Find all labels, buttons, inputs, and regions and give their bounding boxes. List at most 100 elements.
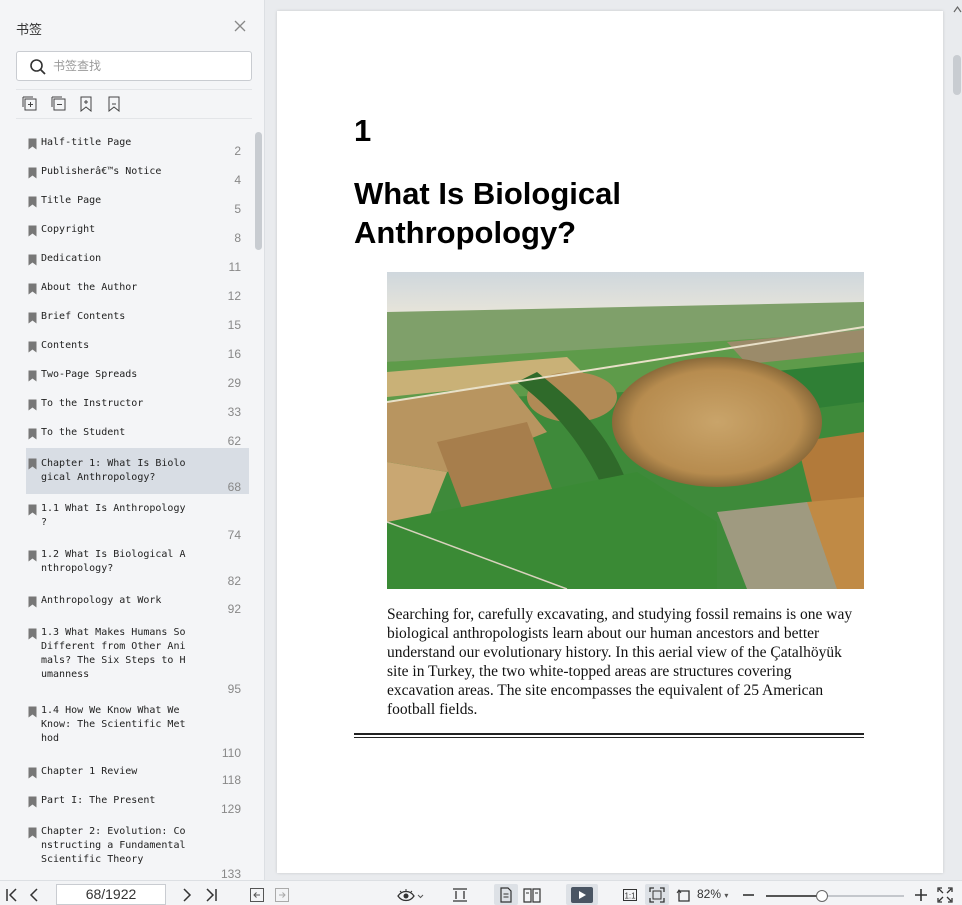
bookmark-page-number: 33 [227, 405, 241, 419]
bookmark-icon [28, 628, 37, 640]
aerial-photo [387, 272, 864, 589]
bookmark-label: About the Author [41, 282, 138, 293]
back-icon[interactable] [249, 887, 265, 903]
bookmark-label: Chapter 1 Review [41, 766, 138, 777]
bookmark-item[interactable]: Contents 16 [26, 339, 249, 361]
next-page-icon[interactable] [179, 887, 195, 903]
last-page-icon[interactable] [203, 887, 219, 903]
zoom-level: 82% [697, 887, 722, 901]
section-rule [354, 733, 864, 738]
bookmark-item[interactable]: Publisherâ€™s Notice 4 [26, 165, 249, 187]
two-page-icon[interactable] [523, 887, 541, 903]
bookmark-page-number: 4 [234, 173, 241, 187]
eye-icon[interactable] [397, 887, 425, 903]
bookmark-page-number: 74 [227, 528, 241, 542]
bookmark-page-number: 15 [227, 318, 241, 332]
bookmark-item[interactable]: Two-Page Spreads 29 [26, 368, 249, 390]
bookmark-icon [28, 458, 37, 470]
bookmark-page-number: 68 [227, 480, 241, 494]
bookmark-label: Title Page [41, 195, 102, 206]
bookmark-icon [28, 225, 37, 237]
bookmark-item[interactable]: Copyright 8 [26, 223, 249, 245]
bookmark-list: Half-title Page 2 Publisherâ€™s Notice 4 Tit… [0, 130, 252, 880]
page-number-input[interactable]: 68/1922 [56, 884, 166, 905]
single-page-icon[interactable] [498, 887, 514, 903]
bookmark-label: Half-title Page [41, 137, 132, 148]
bookmark-page-number: 110 [221, 746, 241, 760]
bookmark-item[interactable]: To the Instructor 33 [26, 397, 249, 419]
bookmark-icon [28, 341, 37, 353]
bookmark-item[interactable]: 1.4 How We Know What We Know: The Scient… [26, 704, 249, 760]
bookmark-item[interactable]: Half-title Page 2 [26, 136, 249, 158]
bookmark-item[interactable]: About the Author 12 [26, 281, 249, 303]
first-page-icon[interactable] [4, 887, 20, 903]
bookmark-item[interactable]: To the Student 62 [26, 426, 249, 448]
bookmark-icon [28, 504, 37, 516]
bookmark-label: Brief Contents [41, 311, 126, 322]
close-icon[interactable] [232, 18, 248, 34]
chapter-number: 1 [354, 113, 372, 148]
zoom-in-icon[interactable] [913, 887, 929, 903]
bookmark-label: Chapter 2: Evolution: Co nstructing a Fu… [41, 826, 186, 865]
bookmark-item[interactable]: 1.1 What Is Anthropology ? 74 [26, 502, 249, 542]
zoom-out-icon[interactable] [741, 887, 757, 903]
bookmark-label: Part I: The Present [41, 795, 156, 806]
bookmark-icon [28, 399, 37, 411]
prev-page-icon[interactable] [26, 887, 42, 903]
zoom-slider-handle[interactable] [816, 890, 828, 902]
bookmark-label: Two-Page Spreads [41, 369, 138, 380]
sidebar-scrollbar[interactable] [255, 132, 262, 250]
bookmark-label: Copyright [41, 224, 96, 235]
fit-height-icon[interactable] [452, 887, 468, 903]
bookmark-item[interactable]: Title Page 5 [26, 194, 249, 216]
fit-page-icon[interactable] [649, 887, 665, 903]
bookmark-item[interactable]: Chapter 2: Evolution: Co nstructing a Fu… [26, 825, 249, 880]
bookmark-page-number: 95 [227, 682, 241, 696]
bookmark-item[interactable]: Chapter 1: What Is Biolo gical Anthropol… [26, 448, 249, 494]
bookmark-icon [28, 796, 37, 808]
bookmark-page-number: 118 [221, 773, 241, 787]
bookmark-search-box[interactable] [16, 51, 252, 81]
bookmark-icon [28, 428, 37, 440]
bookmark-page-number: 92 [227, 602, 241, 616]
bookmark-item[interactable]: Chapter 1 Review 118 [26, 765, 249, 787]
search-icon [30, 59, 46, 75]
add-bookmark-icon[interactable] [78, 96, 94, 112]
bookmark-item[interactable]: Brief Contents 15 [26, 310, 249, 332]
divider [16, 89, 252, 90]
bookmark-item[interactable]: Anthropology at Work 92 [26, 594, 249, 616]
sidebar-title: 书签 [16, 23, 43, 38]
document-page: 1 What Is Biological Anthropology? Searc… [277, 11, 943, 873]
page-scrollbar[interactable] [953, 55, 961, 95]
expand-all-icon[interactable] [22, 96, 38, 112]
bookmark-item[interactable]: 1.3 What Makes Humans So Different from … [26, 626, 249, 696]
bookmark-icon [28, 767, 37, 779]
bookmark-icon [28, 706, 37, 718]
bookmark-icon [28, 196, 37, 208]
photo-caption: Searching for, carefully excavating, and… [387, 606, 853, 718]
fullscreen-icon[interactable] [937, 887, 953, 903]
forward-icon[interactable] [274, 887, 290, 903]
bookmark-label: 1.1 What Is Anthropology ? [41, 503, 186, 528]
bookmark-item[interactable]: Dedication 11 [26, 252, 249, 274]
play-icon[interactable] [570, 887, 594, 903]
bookmark-page-number: 2 [234, 144, 241, 158]
bookmark-icon [28, 312, 37, 324]
bookmark-label: To the Instructor [41, 398, 144, 409]
bookmark-outline-icon[interactable] [106, 96, 122, 112]
actual-size-icon[interactable]: 1:1 [622, 887, 638, 903]
bookmark-label: 1.4 How We Know What We Know: The Scient… [41, 705, 186, 744]
collapse-all-icon[interactable] [51, 96, 67, 112]
bookmark-label: 1.2 What Is Biological A nthropology? [41, 549, 186, 574]
bookmark-item[interactable]: 1.2 What Is Biological A nthropology? 82 [26, 548, 249, 588]
bookmark-item[interactable]: Part I: The Present 129 [26, 794, 249, 816]
bookmark-label: Chapter 1: What Is Biolo gical Anthropol… [41, 458, 186, 483]
bookmark-search-input[interactable] [53, 57, 243, 75]
zoom-dropdown[interactable]: 82% ▾ [697, 887, 728, 901]
bookmark-page-number: 82 [227, 574, 241, 588]
scroll-up-icon[interactable] [953, 5, 962, 13]
bookmark-page-number: 11 [228, 260, 241, 274]
bookmark-label: 1.3 What Makes Humans So Different from … [41, 627, 186, 680]
rotate-icon[interactable] [676, 887, 692, 903]
bookmark-icon [28, 283, 37, 295]
